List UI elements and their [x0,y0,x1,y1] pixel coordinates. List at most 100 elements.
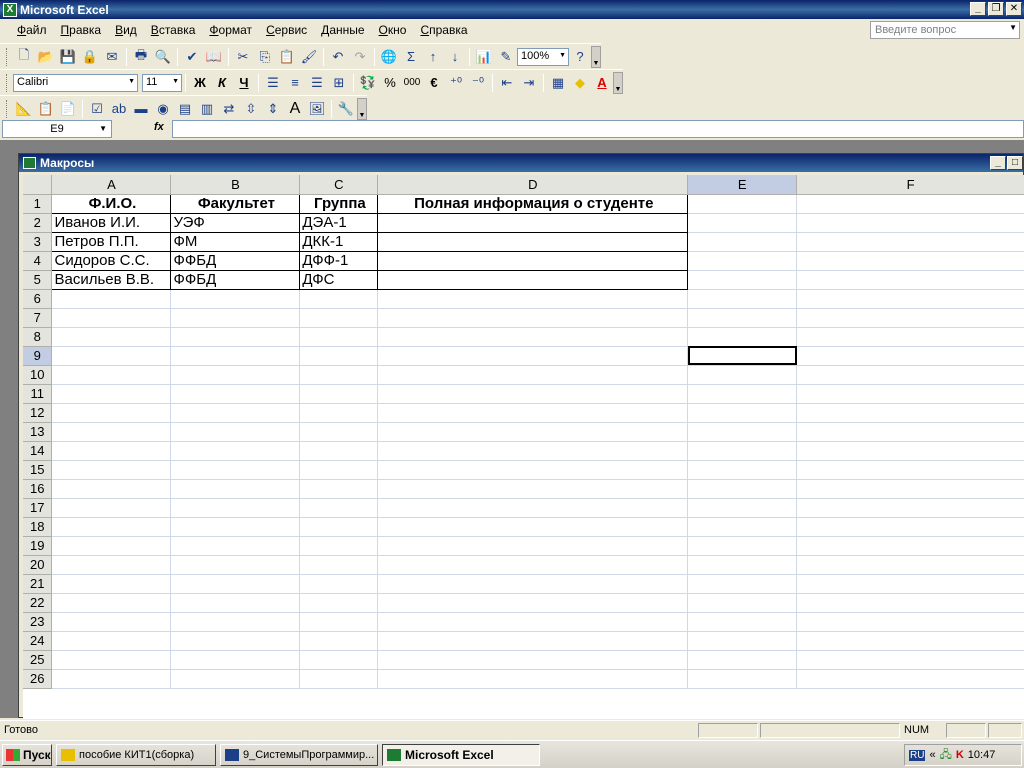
cell-D25[interactable] [377,650,689,670]
sort-desc-icon[interactable]: ↓ [444,46,466,68]
cell-A17[interactable] [51,498,172,518]
menu-window[interactable]: Окно [372,23,414,37]
cell-A21[interactable] [51,574,172,594]
spin-button-icon[interactable]: ⇳ [240,98,262,120]
euro-button[interactable]: € [423,72,445,94]
cell-F5[interactable] [796,270,1024,290]
font-color-icon[interactable]: A [591,72,613,94]
cell-E23[interactable] [687,612,798,632]
cell-E7[interactable] [687,308,798,328]
cell-A1[interactable]: Ф.И.О. [51,193,172,214]
menu-format[interactable]: Формат [202,23,259,37]
cell-F26[interactable] [796,669,1024,689]
view-code-icon[interactable]: 📄 [57,98,79,120]
ask-question-input[interactable]: Введите вопрос ▼ [870,21,1020,39]
cell-A22[interactable] [51,593,172,613]
cell-B13[interactable] [170,422,301,442]
more-controls-icon[interactable]: 🔧 [335,98,357,120]
row-header[interactable]: 9 [23,346,53,366]
cell-E5[interactable] [687,270,798,290]
fill-color-icon[interactable]: ◆ [569,72,591,94]
row-header[interactable]: 25 [23,650,53,670]
cell-C12[interactable] [299,403,379,423]
autosum-icon[interactable]: Σ [400,46,422,68]
cell-D17[interactable] [377,498,689,518]
hyperlink-icon[interactable]: 🌐 [378,46,400,68]
cell-A26[interactable] [51,669,172,689]
row-header[interactable]: 26 [23,669,53,689]
row-header[interactable]: 18 [23,517,53,537]
cell-E20[interactable] [687,555,798,575]
row-header[interactable]: 13 [23,422,53,442]
row-header[interactable]: 12 [23,403,53,423]
cell-B21[interactable] [170,574,301,594]
cell-B22[interactable] [170,593,301,613]
cell-E2[interactable] [687,213,798,233]
cell-F15[interactable] [796,460,1024,480]
cell-E16[interactable] [687,479,798,499]
cell-E17[interactable] [687,498,798,518]
cell-A5[interactable]: Васильев В.В. [51,269,172,290]
cell-E19[interactable] [687,536,798,556]
redo-icon[interactable]: ↷ [349,46,371,68]
permission-icon[interactable]: 🔒 [79,46,101,68]
cell-D1[interactable]: Полная информация о студенте [377,193,689,214]
formula-input[interactable] [172,120,1024,138]
cell-F12[interactable] [796,403,1024,423]
cell-F20[interactable] [796,555,1024,575]
cell-E18[interactable] [687,517,798,537]
row-header[interactable]: 19 [23,536,53,556]
cell-A15[interactable] [51,460,172,480]
cell-C11[interactable] [299,384,379,404]
row-header[interactable]: 14 [23,441,53,461]
cell-B18[interactable] [170,517,301,537]
cell-C13[interactable] [299,422,379,442]
workbook-maximize-button[interactable]: □ [1007,156,1023,170]
cell-E24[interactable] [687,631,798,651]
cell-E22[interactable] [687,593,798,613]
cell-E25[interactable] [687,650,798,670]
drawing-icon[interactable]: ✎ [495,46,517,68]
dropdown-icon[interactable]: ▼ [1009,23,1017,32]
percent-button[interactable]: % [379,72,401,94]
toggle-button-icon[interactable]: ⇄ [218,98,240,120]
row-header[interactable]: 22 [23,593,53,613]
font-combo[interactable]: Calibri ▼ [13,73,138,92]
minimize-button[interactable]: _ [970,2,986,16]
merge-center-icon[interactable]: ⊞ [328,72,350,94]
cell-B4[interactable]: ФФБД [170,250,301,271]
cell-D22[interactable] [377,593,689,613]
cell-B10[interactable] [170,365,301,385]
close-button[interactable]: ✕ [1006,2,1022,16]
cell-F21[interactable] [796,574,1024,594]
row-header[interactable]: 17 [23,498,53,518]
menu-data[interactable]: Данные [314,23,371,37]
cell-D9[interactable] [377,346,689,366]
cell-B11[interactable] [170,384,301,404]
cell-B23[interactable] [170,612,301,632]
cell-D10[interactable] [377,365,689,385]
row-header[interactable]: 11 [23,384,53,404]
cell-B25[interactable] [170,650,301,670]
copy-icon[interactable]: ⎘ [254,46,276,68]
cell-B15[interactable] [170,460,301,480]
cell-E9[interactable] [687,346,798,366]
cell-F10[interactable] [796,365,1024,385]
cell-F24[interactable] [796,631,1024,651]
cell-F18[interactable] [796,517,1024,537]
spelling-icon[interactable]: ✔ [181,46,203,68]
menu-tools[interactable]: Сервис [259,23,314,37]
cell-A4[interactable]: Сидоров С.С. [51,250,172,271]
cell-F19[interactable] [796,536,1024,556]
cell-B26[interactable] [170,669,301,689]
cell-F1[interactable] [796,194,1024,214]
cell-F4[interactable] [796,251,1024,271]
cell-E4[interactable] [687,251,798,271]
cell-D23[interactable] [377,612,689,632]
email-icon[interactable]: ✉ [101,46,123,68]
cell-C8[interactable] [299,327,379,347]
cell-D15[interactable] [377,460,689,480]
antivirus-icon[interactable]: K [956,749,964,761]
underline-button[interactable]: Ч [233,72,255,94]
cell-F13[interactable] [796,422,1024,442]
